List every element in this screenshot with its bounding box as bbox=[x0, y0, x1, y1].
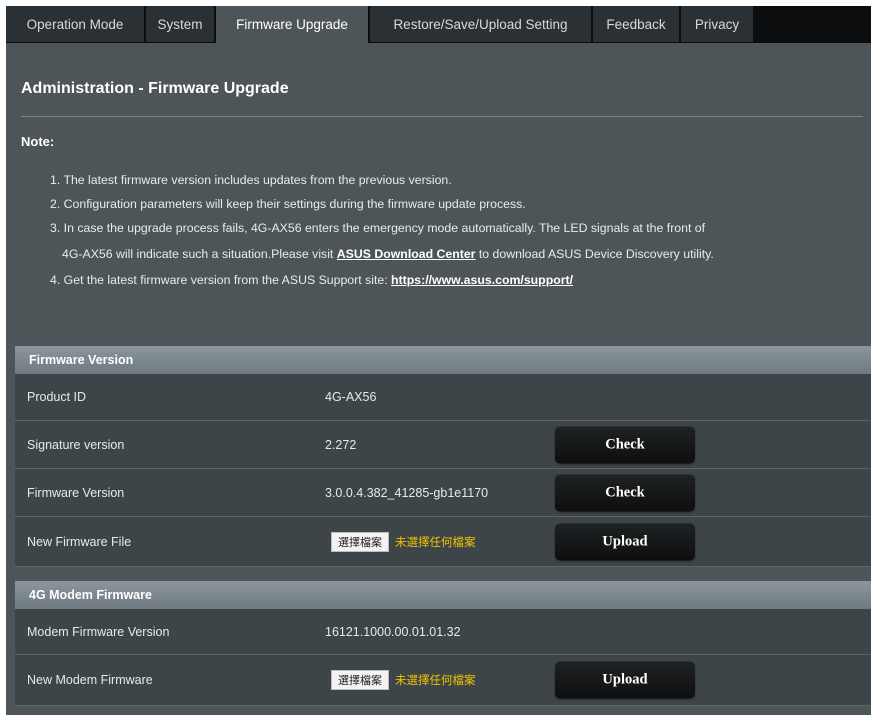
product-id-label: Product ID bbox=[27, 390, 87, 404]
modem-choose-file-button[interactable]: 選擇檔案 bbox=[331, 670, 389, 690]
modem-file-picker: 選擇檔案 未選擇任何檔案 bbox=[331, 670, 476, 690]
firmware-version-value: 3.0.0.4.382_41285-gb1e1170 bbox=[325, 485, 489, 500]
firmware-file-picker: 選擇檔案 未選擇任何檔案 bbox=[331, 531, 476, 552]
product-id-value: 4G-AX56 bbox=[325, 390, 377, 404]
note-item-1: 1. The latest firmware version includes … bbox=[50, 173, 452, 187]
firmware-no-file-text: 未選擇任何檔案 bbox=[395, 536, 476, 549]
tab-bar: Operation Mode System Firmware Upgrade R… bbox=[6, 6, 871, 43]
signature-version-label: Signature version bbox=[27, 437, 125, 452]
signature-version-value: 2.272 bbox=[325, 437, 357, 452]
firmware-upload-button[interactable]: Upload bbox=[555, 523, 695, 560]
tab-firmware-upgrade[interactable]: Firmware Upgrade bbox=[216, 6, 370, 43]
asus-support-link[interactable]: https://www.asus.com/support/ bbox=[391, 273, 573, 287]
firmware-version-header: Firmware Version bbox=[15, 346, 871, 374]
note-item-3-line-1: 3. In case the upgrade process fails, 4G… bbox=[50, 221, 706, 235]
product-id-row: Product ID 4G-AX56 bbox=[15, 374, 871, 421]
note-item-2: 2. Configuration parameters will keep th… bbox=[50, 197, 526, 211]
title-divider bbox=[21, 116, 863, 117]
firmware-version-row: Firmware Version 3.0.0.4.382_41285-gb1e1… bbox=[15, 469, 871, 517]
modem-upload-button[interactable]: Upload bbox=[555, 661, 695, 699]
new-modem-firmware-label: New Modem Firmware bbox=[27, 673, 153, 687]
modem-firmware-version-value: 16121.1000.00.01.01.32 bbox=[325, 624, 461, 639]
new-firmware-file-row: New Firmware File 選擇檔案 未選擇任何檔案 Upload bbox=[15, 517, 871, 567]
modem-no-file-text: 未選擇任何檔案 bbox=[395, 675, 476, 687]
new-firmware-file-label: New Firmware File bbox=[27, 534, 132, 549]
new-modem-firmware-row: New Modem Firmware 選擇檔案 未選擇任何檔案 Upload bbox=[15, 655, 871, 706]
page-title: Administration - Firmware Upgrade bbox=[21, 80, 289, 97]
asus-download-center-link[interactable]: ASUS Download Center bbox=[337, 247, 476, 261]
firmware-version-label: Firmware Version bbox=[27, 485, 125, 500]
signature-version-row: Signature version 2.272 Check bbox=[15, 421, 871, 469]
tab-privacy[interactable]: Privacy bbox=[681, 6, 755, 42]
firmware-check-button[interactable]: Check bbox=[555, 474, 695, 511]
tab-operation-mode[interactable]: Operation Mode bbox=[6, 6, 146, 42]
note-label: Note: bbox=[21, 134, 55, 149]
note-item-3-line-2: 4G-AX56 will indicate such a situation.P… bbox=[62, 247, 714, 261]
admin-panel: Operation Mode System Firmware Upgrade R… bbox=[6, 6, 871, 715]
modem-firmware-header: 4G Modem Firmware bbox=[15, 581, 871, 609]
modem-firmware-version-label: Modem Firmware Version bbox=[27, 624, 170, 639]
tab-feedback[interactable]: Feedback bbox=[593, 6, 681, 42]
note-item-4: 4. Get the latest firmware version from … bbox=[50, 273, 574, 287]
tab-system[interactable]: System bbox=[146, 6, 216, 42]
modem-firmware-version-row: Modem Firmware Version 16121.1000.00.01.… bbox=[15, 609, 871, 655]
tab-restore-save-upload-setting[interactable]: Restore/Save/Upload Setting bbox=[370, 6, 593, 42]
signature-check-button[interactable]: Check bbox=[555, 426, 695, 463]
firmware-choose-file-button[interactable]: 選擇檔案 bbox=[331, 531, 389, 552]
